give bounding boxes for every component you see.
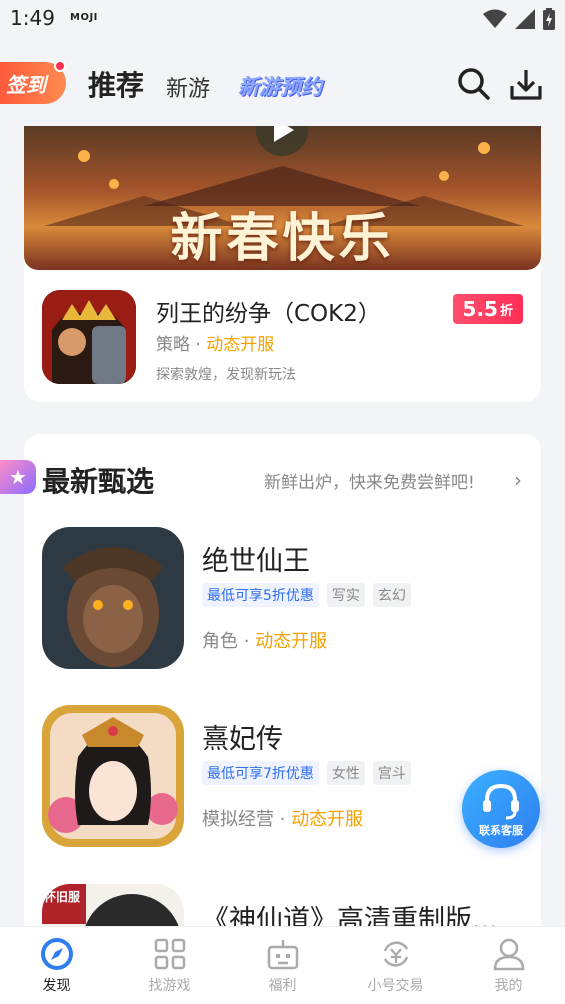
- game-item[interactable]: 熹妃传 最低可享7折优惠 女性 宫斗 模拟经营 · 动态开服: [42, 705, 522, 847]
- featured-banner[interactable]: 新春快乐: [24, 126, 541, 270]
- game-meta: 模拟经营 · 动态开服: [202, 805, 363, 831]
- game-name: 熹妃传: [202, 724, 283, 755]
- meta-separator: ·: [195, 335, 207, 355]
- grid-icon: [154, 938, 185, 970]
- tab-new-games[interactable]: 新游: [166, 71, 210, 103]
- top-nav: 签到 推荐 新游 新游预约: [0, 50, 565, 120]
- tag-genre: 写实: [326, 583, 365, 607]
- status-time: 1:49: [10, 6, 55, 30]
- tab-recommend[interactable]: 推荐: [88, 64, 144, 104]
- tag-theme: 玄幻: [372, 583, 411, 607]
- tab-preorder[interactable]: 新游预约: [238, 71, 322, 101]
- star-icon: ★: [0, 460, 36, 494]
- nav-label: 找游戏: [148, 978, 191, 994]
- signin-label: 签到: [6, 72, 46, 97]
- game-category: 模拟经营: [202, 809, 274, 830]
- chevron-right-icon[interactable]: ›: [514, 468, 522, 492]
- nav-find-games[interactable]: 找游戏: [113, 927, 226, 1004]
- user-icon: [493, 938, 524, 971]
- signal-icon: [515, 9, 535, 29]
- meta-separator: ·: [279, 809, 292, 830]
- meta-separator: ·: [243, 631, 256, 652]
- gift-icon: [267, 940, 298, 970]
- discount-badge: 5.5 折: [452, 294, 523, 324]
- bottom-nav: 发现 找游戏 福利 小号交易 我的: [0, 926, 565, 1004]
- nav-label: 我的: [494, 978, 523, 994]
- signin-notification-dot: [54, 60, 66, 72]
- nav-welfare[interactable]: 福利: [226, 927, 339, 1004]
- latest-section: [24, 434, 541, 954]
- nav-label: 发现: [42, 978, 71, 994]
- game-name: 《神仙道》高清重制版...: [202, 905, 498, 926]
- game-server-status: 动态开服: [255, 631, 328, 652]
- featured-card[interactable]: 新春快乐 列王的纷争（COK2） 策略 · 动态开服 探索敦煌，发现新玩法 5.…: [24, 126, 541, 402]
- nav-label: 福利: [268, 978, 297, 994]
- game-category: 角色: [202, 631, 238, 652]
- headset-icon: [483, 783, 519, 820]
- featured-server-status: 动态开服: [206, 335, 275, 355]
- featured-game-meta: 策略 · 动态开服: [156, 330, 274, 355]
- game-item[interactable]: 绝世仙王 最低可享5折优惠 写实 玄幻 角色 · 动态开服: [42, 527, 522, 669]
- battery-icon: [543, 8, 555, 30]
- game-meta: 角色 · 动态开服: [202, 627, 327, 653]
- status-bar: 1:49 MOJI: [0, 0, 565, 40]
- nav-account-trade[interactable]: 小号交易: [339, 927, 452, 1004]
- support-label: 联系客服: [479, 824, 523, 837]
- tag-discount: 最低可享5折优惠: [202, 583, 319, 607]
- customer-support-button[interactable]: 联系客服: [462, 770, 540, 848]
- compass-icon: [40, 938, 73, 970]
- download-icon[interactable]: [508, 66, 544, 102]
- featured-game-category: 策略: [156, 335, 190, 355]
- nav-profile[interactable]: 我的: [452, 927, 565, 1004]
- game-tags: 最低可享5折优惠 写实 玄幻: [202, 583, 411, 607]
- tag-theme: 宫斗: [372, 761, 411, 785]
- section-subtitle[interactable]: 新鲜出炉，快来免费尝鲜吧!: [264, 468, 475, 493]
- featured-game-title: 列王的纷争（COK2）: [156, 301, 381, 327]
- tag-genre: 女性: [326, 761, 365, 785]
- search-icon[interactable]: [456, 66, 492, 102]
- game-name: 绝世仙王: [202, 546, 310, 577]
- game-icon[interactable]: [42, 527, 184, 669]
- discount-value: 5.5: [462, 297, 498, 321]
- featured-game-icon[interactable]: [42, 290, 136, 384]
- game-item[interactable]: 怀旧服 《神仙道》高清重制版...: [42, 884, 522, 926]
- game-server-status: 动态开服: [291, 809, 364, 830]
- game-icon[interactable]: [42, 705, 184, 847]
- nav-discover[interactable]: 发现: [0, 927, 113, 1004]
- exchange-icon: [383, 941, 408, 967]
- legacy-server-badge: 怀旧服: [44, 890, 81, 904]
- nav-label: 小号交易: [367, 978, 424, 994]
- wifi-icon: [483, 9, 507, 28]
- tag-discount: 最低可享7折优惠: [202, 761, 319, 785]
- section-title: 最新甄选: [42, 465, 155, 498]
- banner-title: 新春快乐: [170, 208, 395, 269]
- game-icon[interactable]: 怀旧服: [42, 884, 184, 926]
- discount-unit: 折: [499, 303, 513, 319]
- featured-game-description: 探索敦煌，发现新玩法: [156, 367, 296, 383]
- status-icons: [483, 8, 555, 30]
- carrier-logo: MOJI: [70, 12, 98, 23]
- game-tags: 最低可享7折优惠 女性 宫斗: [202, 761, 411, 785]
